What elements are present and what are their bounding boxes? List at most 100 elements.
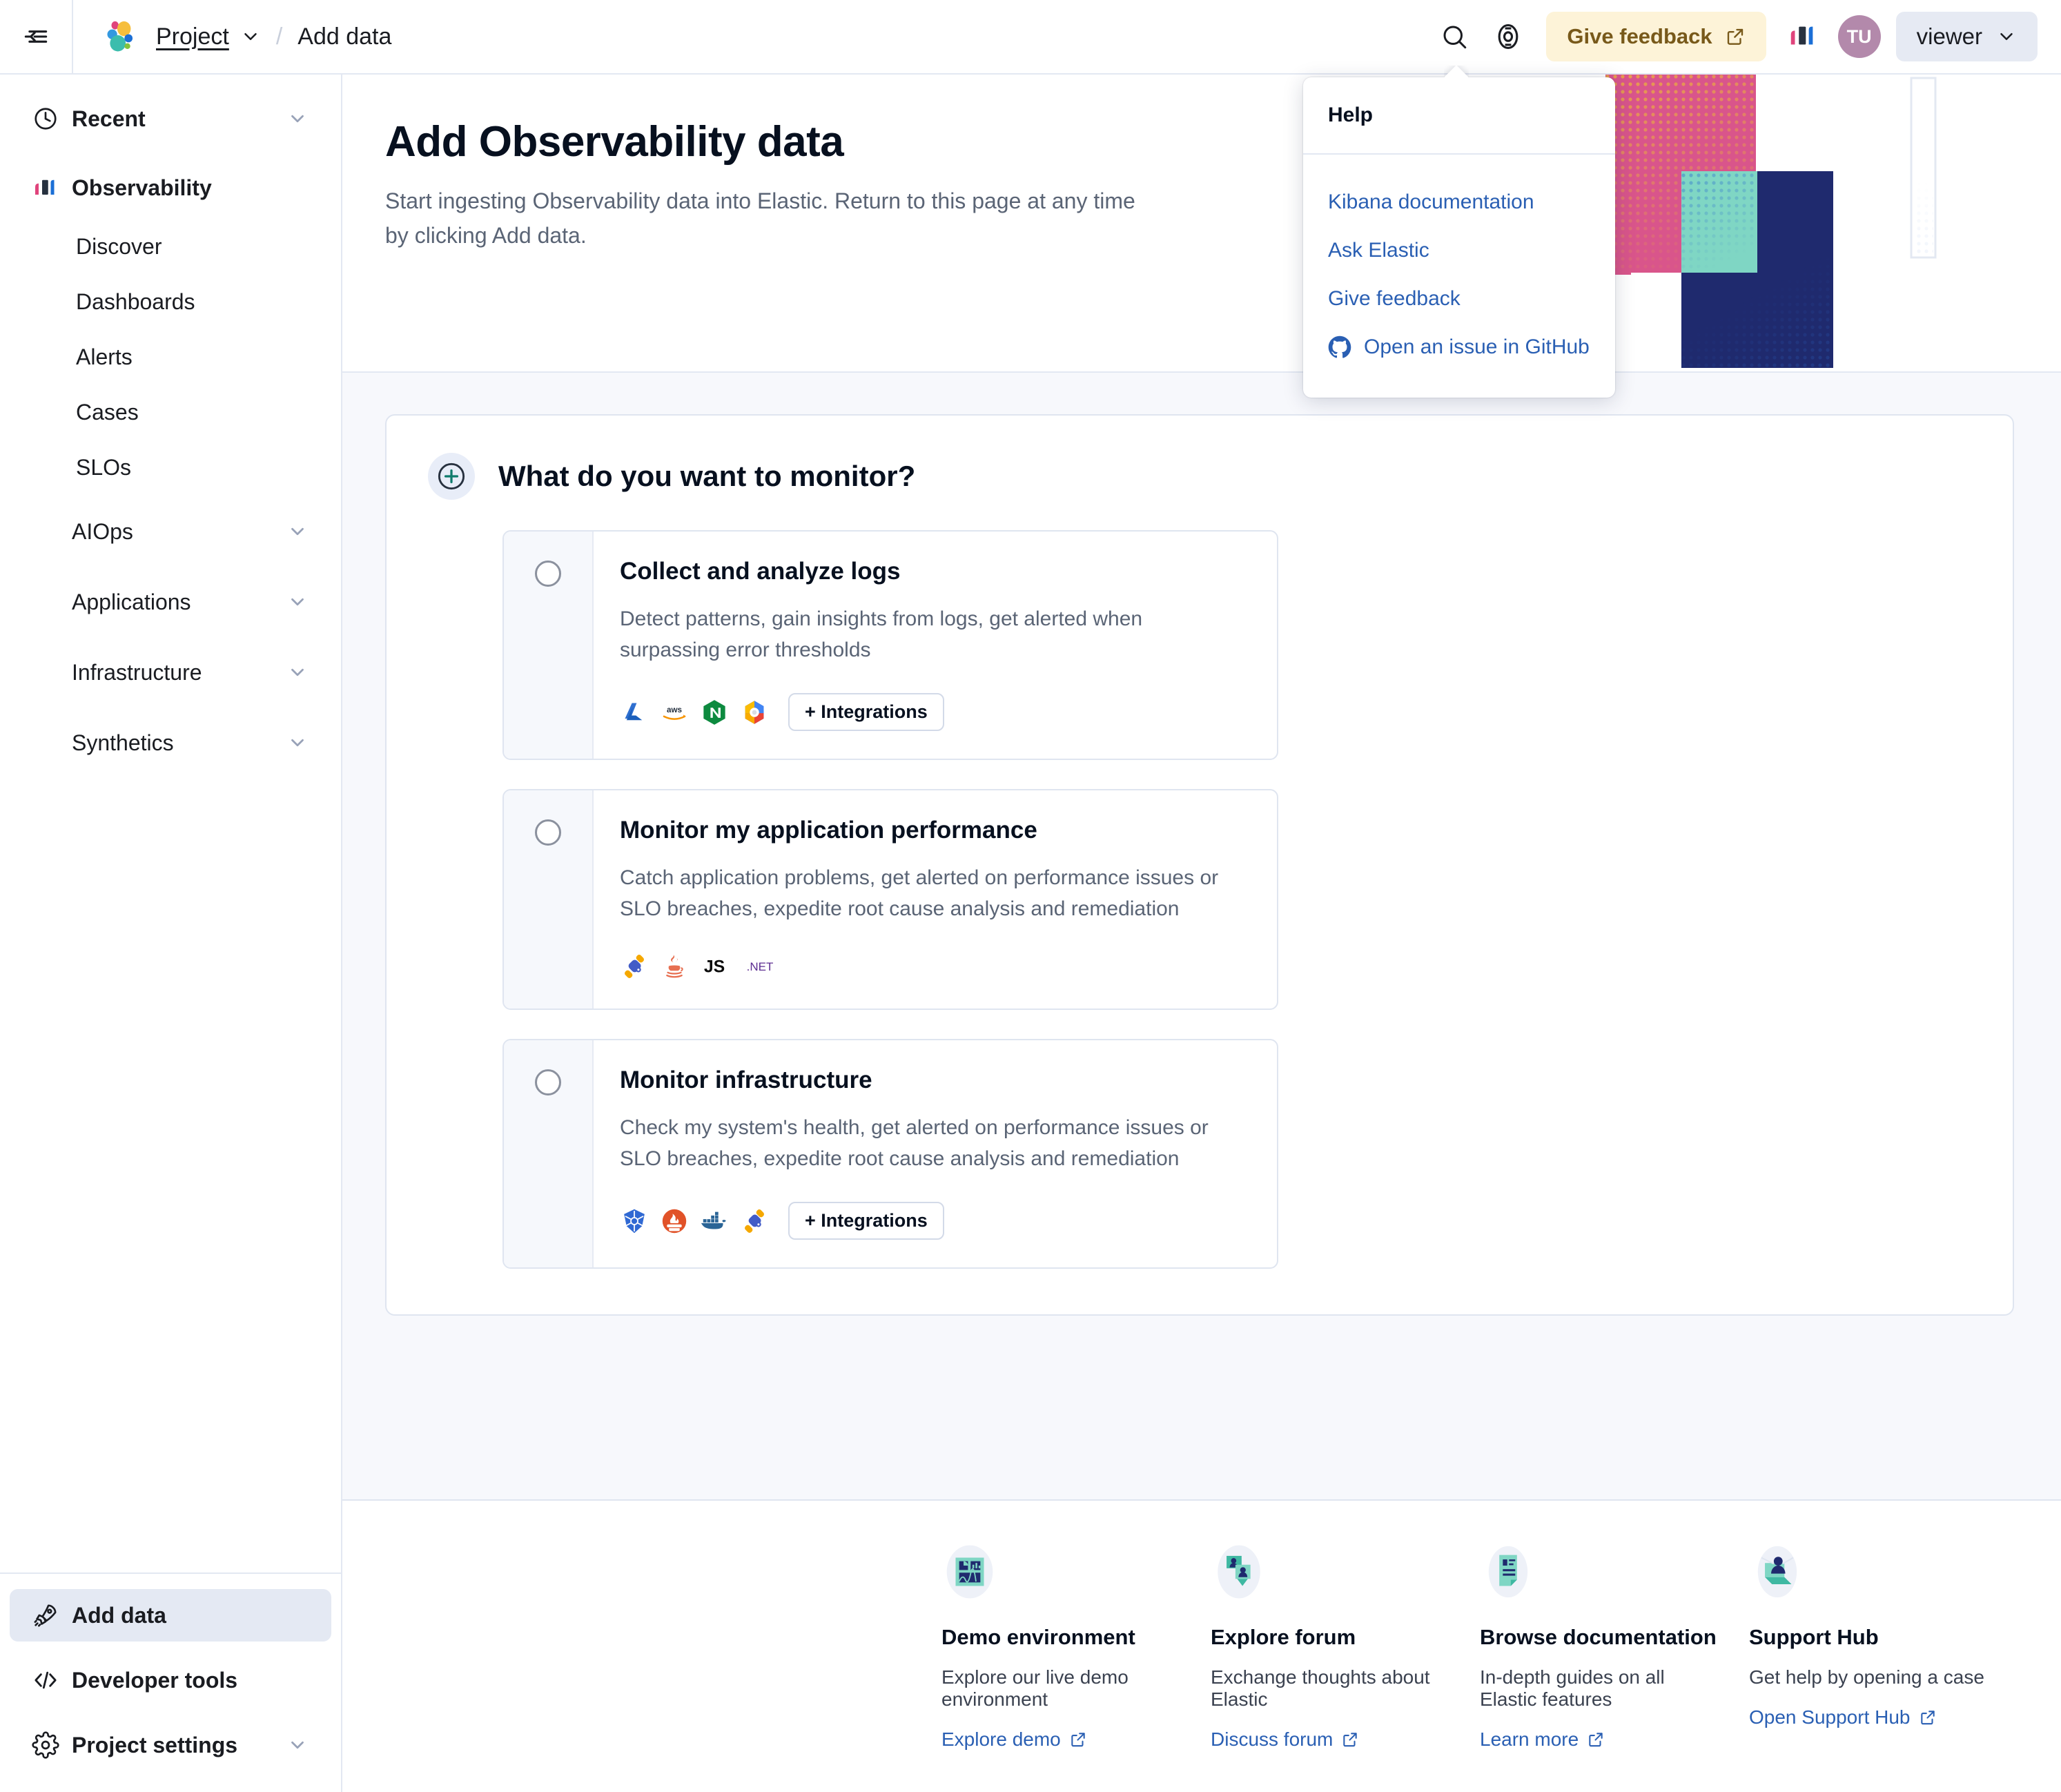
space-label: viewer [1916, 23, 1982, 49]
footer-card-link-label: Learn more [1480, 1728, 1579, 1750]
sidebar-item-recent[interactable]: Recent [10, 92, 331, 145]
help-item-give-feedback[interactable]: Give feedback [1328, 275, 1590, 323]
prometheus-icon [660, 1207, 689, 1236]
chevron-down-icon[interactable] [287, 108, 308, 129]
option-card-monitor-infrastructure[interactable]: Monitor infrastructure Check my system's… [502, 1039, 1278, 1269]
top-bar: Project / Add data Give feedback TU view… [0, 0, 2061, 75]
sidebar-group-applications[interactable]: Applications [10, 576, 331, 628]
footer-card-browse-documentation: Browse documentation In-depth guides on … [1480, 1543, 1749, 1751]
add-integrations-button-infrastructure[interactable]: + Integrations [788, 1202, 944, 1240]
github-icon [1328, 335, 1351, 359]
help-popover-title: Help [1303, 77, 1615, 155]
docker-icon [700, 1207, 729, 1236]
breadcrumb-project-link[interactable]: Project [156, 23, 229, 50]
avatar-initials: TU [1846, 26, 1872, 47]
option-integration-icons: + Integrations [620, 1202, 1247, 1240]
external-link-icon [1341, 1731, 1359, 1749]
footer-card-link-explore-demo[interactable]: Explore demo [941, 1728, 1087, 1751]
option-card-collect-logs[interactable]: Collect and analyze logs Detect patterns… [502, 530, 1278, 760]
chevron-down-icon[interactable] [287, 662, 308, 683]
sidebar-links: Discover Dashboards Alerts Cases SLOs [0, 224, 341, 490]
space-selector[interactable]: viewer [1895, 12, 2038, 61]
observability-solution-button[interactable] [1777, 11, 1828, 62]
sidebar-group-synthetics[interactable]: Synthetics [10, 717, 331, 769]
opentelemetry-icon [740, 1207, 769, 1236]
java-icon [660, 952, 689, 981]
opentelemetry-icon [620, 952, 649, 981]
footer-card-title: Browse documentation [1480, 1625, 1717, 1649]
sidebar-item-label: Developer tools [72, 1667, 238, 1693]
page-subtitle: Start ingesting Observability data into … [385, 188, 1135, 248]
footer-card-link-label: Discuss forum [1211, 1728, 1334, 1750]
collapse-nav-button[interactable] [0, 0, 73, 73]
sidebar-item-project-settings[interactable]: Project settings [10, 1719, 331, 1771]
external-link-icon [1587, 1731, 1605, 1749]
sidebar-item-alerts[interactable]: Alerts [10, 334, 331, 380]
main-scroll-area: What do you want to monitor? Collect and… [342, 371, 2061, 1499]
footer-card-link-discuss-forum[interactable]: Discuss forum [1211, 1728, 1359, 1751]
sidebar-item-label: Recent [72, 106, 146, 131]
help-item-label: Give feedback [1328, 287, 1461, 310]
aws-icon: aws [660, 698, 689, 727]
option-body: Collect and analyze logs Detect patterns… [594, 532, 1277, 759]
chevron-down-icon[interactable] [287, 732, 308, 753]
footer-card-link-label: Explore demo [941, 1728, 1061, 1750]
option-title: Monitor my application performance [620, 817, 1037, 844]
support-person-icon [1749, 1543, 1806, 1600]
footer-card-description: Exchange thoughts about Elastic [1211, 1666, 1430, 1710]
sidebar-item-cases[interactable]: Cases [10, 389, 331, 435]
breadcrumb-current: Add data [297, 23, 392, 50]
search-button[interactable] [1427, 10, 1481, 64]
option-radio-column [504, 532, 594, 759]
elastic-logo-icon [102, 19, 138, 55]
sidebar-groups: AIOps Applications Infrastructure Synthe… [0, 505, 341, 769]
sidebar-group-infrastructure[interactable]: Infrastructure [10, 646, 331, 699]
footer-card-link-learn-more[interactable]: Learn more [1480, 1728, 1605, 1751]
monitor-panel: What do you want to monitor? Collect and… [385, 414, 2014, 1316]
external-link-icon [1725, 26, 1746, 47]
sidebar-group-label: AIOps [72, 518, 133, 544]
breadcrumb: Project / Add data [73, 19, 1427, 55]
help-item-kibana-documentation[interactable]: Kibana documentation [1328, 178, 1590, 226]
option-description: Detect patterns, gain insights from logs… [620, 607, 1143, 661]
chevron-down-icon[interactable] [287, 1735, 308, 1755]
document-icon [1480, 1543, 1536, 1600]
sidebar-item-developer-tools[interactable]: Developer tools [10, 1654, 331, 1706]
option-radio-monitor-infrastructure[interactable] [535, 1069, 561, 1095]
forum-people-icon [1211, 1543, 1267, 1600]
body: Recent Observability Discover Dashboards… [0, 75, 2061, 1792]
page-title: Add Observability data [385, 118, 844, 166]
observability-logo-icon [26, 174, 65, 202]
svg-text:.NET: .NET [747, 960, 774, 973]
option-radio-column [504, 1040, 594, 1267]
javascript-icon: JS [700, 952, 729, 981]
option-radio-collect-logs[interactable] [535, 561, 561, 587]
sidebar-group-aiops[interactable]: AIOps [10, 505, 331, 558]
popover-arrow [1444, 66, 1469, 78]
option-card-application-performance[interactable]: Monitor my application performance Catch… [502, 789, 1278, 1010]
help-button[interactable] [1481, 10, 1535, 64]
add-integrations-button-logs[interactable]: + Integrations [788, 693, 944, 731]
sidebar-item-dashboards[interactable]: Dashboards [10, 279, 331, 324]
sidebar-item-slos[interactable]: SLOs [10, 445, 331, 490]
footer: Demo environment Explore our live demo e… [342, 1499, 2061, 1792]
give-feedback-button[interactable]: Give feedback [1546, 12, 1766, 61]
footer-card-title: Support Hub [1749, 1625, 1879, 1649]
footer-card-link-open-support-hub[interactable]: Open Support Hub [1749, 1706, 1937, 1728]
sidebar-item-discover[interactable]: Discover [10, 224, 331, 269]
footer-card-description: Get help by opening a case [1749, 1666, 1984, 1688]
option-radio-application-performance[interactable] [535, 819, 561, 846]
chevron-down-icon[interactable] [287, 521, 308, 542]
sidebar-item-add-data[interactable]: Add data [10, 1589, 331, 1642]
help-item-ask-elastic[interactable]: Ask Elastic [1328, 226, 1590, 275]
help-item-open-issue-github[interactable]: Open an issue in GitHub [1328, 323, 1590, 371]
breadcrumb-project-caret-icon[interactable] [240, 26, 261, 47]
breadcrumb-separator: / [275, 23, 283, 50]
chevron-down-icon[interactable] [287, 592, 308, 612]
collapse-nav-icon [21, 21, 51, 52]
sidebar-item-observability[interactable]: Observability [10, 162, 331, 214]
avatar[interactable]: TU [1837, 15, 1881, 58]
give-feedback-label: Give feedback [1567, 24, 1712, 48]
help-item-label: Kibana documentation [1328, 191, 1534, 213]
observability-logo-icon [1787, 21, 1819, 52]
